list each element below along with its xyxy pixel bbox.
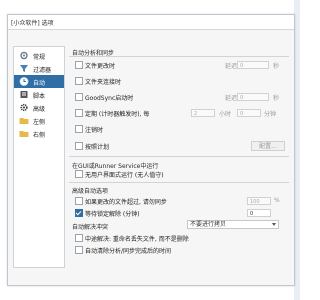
timer-hours-unit: 小时 bbox=[219, 111, 232, 118]
wait-lock-input[interactable]: 0 bbox=[247, 209, 271, 217]
timer-minutes-unit: 分钟 bbox=[264, 111, 277, 118]
sidebar-item-auto[interactable]: 自动 bbox=[14, 75, 64, 88]
file-change-label: 文件更改时 bbox=[85, 63, 116, 70]
runner-section-title: 在GUI或Runner Service中运行 bbox=[72, 163, 159, 170]
file-change-row: 文件更改时 延迟 0 秒 bbox=[75, 61, 285, 70]
auto-settings-panel: 自动分析和同步 文件更改时 延迟 0 秒 文件夹连接时 GoodSync启动时 … bbox=[69, 46, 291, 284]
sidebar-item-label: 左侧 bbox=[33, 119, 46, 126]
chevron-down-icon bbox=[272, 223, 276, 226]
goodsync-delay-label: 延迟 bbox=[225, 95, 238, 102]
wait-lock-label: 等待锁定解除 (分钟) bbox=[85, 211, 140, 218]
interrupt-label: 中途解决: 重命名丢失文件, 而不是删除 bbox=[85, 236, 189, 243]
gear-icon bbox=[20, 51, 28, 60]
goodsync-start-label: GoodSync启动时 bbox=[85, 95, 134, 102]
goodsync-start-row: GoodSync启动时 延迟 0 秒 bbox=[75, 93, 285, 102]
file-change-checkbox[interactable] bbox=[75, 61, 83, 69]
sidebar-item-label: 过滤器 bbox=[33, 67, 52, 74]
advanced-section-title: 高级自动选项 bbox=[72, 188, 109, 195]
sidebar-item-left[interactable]: 左侧 bbox=[14, 114, 64, 127]
sidebar-item-label: 常规 bbox=[33, 54, 46, 61]
wait-lock-checkbox[interactable] bbox=[75, 209, 83, 217]
conflict-select[interactable]: 不要进行拷贝 bbox=[187, 220, 279, 229]
changed-over-checkbox[interactable] bbox=[75, 197, 83, 205]
file-change-unit: 秒 bbox=[273, 63, 280, 70]
schedule-label: 按照计划 bbox=[85, 144, 110, 151]
sidebar-item-filters[interactable]: 过滤器 bbox=[14, 62, 64, 75]
file-change-delay-label: 延迟 bbox=[225, 63, 238, 70]
options-dialog: [小众软件] 选项 常规 过滤器 自动 脚本 高级 左侧 右侧 自动分析和同步 … bbox=[7, 14, 295, 286]
changed-over-label: 如果更改的文件超过, 请勿同步 bbox=[85, 199, 167, 206]
timer-hours-input[interactable]: 2 bbox=[191, 109, 215, 117]
conflict-select-value: 不要进行拷贝 bbox=[190, 221, 227, 228]
logoff-label: 注销时 bbox=[85, 127, 104, 134]
schedule-checkbox[interactable] bbox=[75, 142, 83, 150]
sidebar-item-label: 高级 bbox=[33, 106, 46, 113]
timer-label: 定期 (计时器触发时), 每 bbox=[85, 111, 150, 118]
sidebar-item-label: 自动 bbox=[33, 80, 46, 87]
folder-right-icon bbox=[19, 131, 29, 137]
script-icon bbox=[20, 91, 28, 98]
sidebar-item-label: 右侧 bbox=[33, 132, 46, 139]
changed-over-row: 如果更改的文件超过, 请勿同步 100 % bbox=[75, 197, 287, 206]
goodsync-start-checkbox[interactable] bbox=[75, 93, 83, 101]
timer-checkbox[interactable] bbox=[75, 109, 83, 117]
conflict-label: 自动解决冲突 bbox=[72, 224, 109, 231]
sidebar-item-general[interactable]: 常规 bbox=[14, 49, 64, 62]
folder-connect-checkbox[interactable] bbox=[75, 77, 83, 85]
sidebar-item-advanced[interactable]: 高级 bbox=[14, 101, 64, 114]
sidebar-item-label: 脚本 bbox=[33, 93, 46, 100]
window-title: [小众软件] 选项 bbox=[11, 20, 54, 27]
wait-lock-row: 等待锁定解除 (分钟) 0 bbox=[75, 209, 287, 218]
divider bbox=[69, 156, 289, 157]
goodsync-delay-input[interactable]: 0 bbox=[237, 93, 269, 101]
clock-icon bbox=[19, 77, 29, 86]
divider bbox=[69, 182, 289, 183]
schedule-row: 按照计划 配置... bbox=[75, 141, 287, 151]
goodsync-delay-unit: 秒 bbox=[273, 95, 280, 102]
changed-over-input[interactable]: 100 bbox=[247, 197, 271, 205]
no-user-label: 无用户界面式运行 (无人值守) bbox=[85, 172, 164, 179]
logoff-checkbox[interactable] bbox=[75, 125, 83, 133]
filter-icon bbox=[20, 65, 28, 72]
gear-advanced-icon bbox=[20, 103, 28, 112]
auto-clear-checkbox[interactable] bbox=[75, 246, 83, 254]
sidebar-item-right[interactable]: 右侧 bbox=[14, 127, 64, 140]
folder-connect-label: 文件夹连接时 bbox=[85, 79, 122, 86]
auto-clear-label: 自动清除分析/同步完成后的时间 bbox=[85, 248, 172, 255]
sidebar-item-script[interactable]: 脚本 bbox=[14, 88, 64, 101]
interrupt-checkbox[interactable] bbox=[75, 234, 83, 242]
options-sidebar: 常规 过滤器 自动 脚本 高级 左侧 右侧 bbox=[13, 46, 65, 268]
changed-over-unit: % bbox=[274, 197, 280, 204]
timer-minutes-input[interactable]: 0 bbox=[237, 109, 261, 117]
no-user-checkbox[interactable] bbox=[75, 170, 83, 178]
folder-left-icon bbox=[19, 118, 29, 124]
timer-row: 定期 (计时器触发时), 每 2 小时 0 分钟 bbox=[75, 109, 287, 118]
configure-button[interactable]: 配置... bbox=[251, 141, 285, 151]
file-change-delay-input[interactable]: 0 bbox=[237, 61, 269, 69]
title-bar: [小众软件] 选项 bbox=[8, 15, 294, 30]
divider bbox=[69, 56, 289, 57]
